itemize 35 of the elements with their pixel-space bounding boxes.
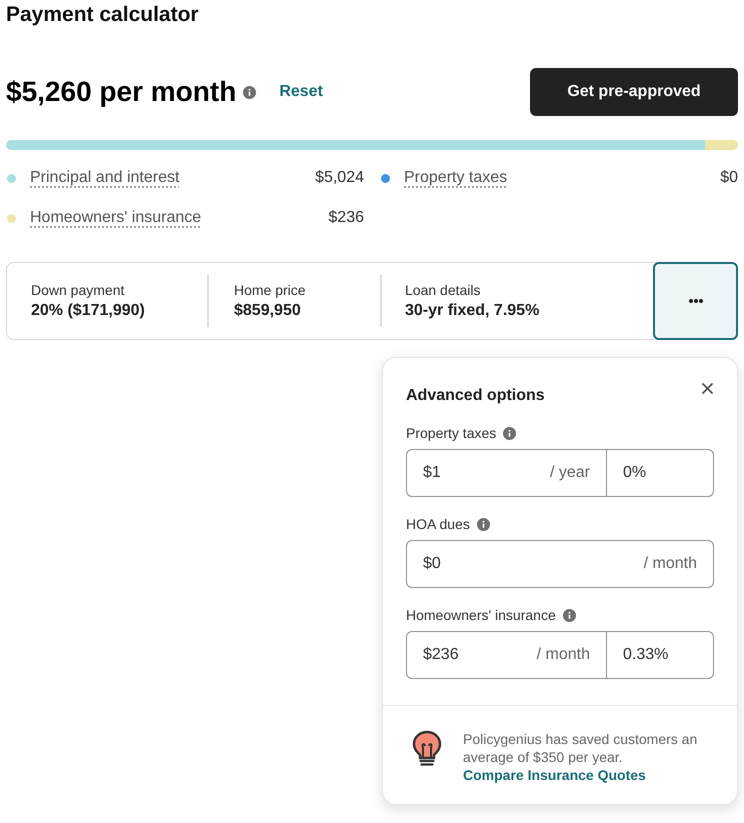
monthly-payment: $5,260 per month bbox=[6, 75, 236, 109]
reset-link[interactable]: Reset bbox=[279, 80, 323, 104]
legend-label[interactable]: Homeowners' insurance bbox=[30, 206, 202, 230]
summary-label: Loan details bbox=[405, 281, 482, 300]
legend-label[interactable]: Principal and interest bbox=[30, 166, 180, 190]
close-icon bbox=[702, 382, 712, 394]
get-pre-approved-button[interactable]: Get pre-approved bbox=[530, 68, 738, 116]
amount-field[interactable]: $1 / year bbox=[406, 449, 607, 497]
compare-quotes-link[interactable]: Compare Insurance Quotes bbox=[463, 767, 646, 783]
more-icon bbox=[688, 299, 702, 303]
promo-text: Policygenius has saved customers an average of $350 per year. Compare Insurance Quotes bbox=[463, 730, 698, 784]
info-icon[interactable] bbox=[243, 86, 256, 98]
info-icon[interactable] bbox=[476, 518, 490, 530]
legend-amount: $5,024 bbox=[315, 168, 364, 188]
summary-value: $859,950 bbox=[234, 301, 302, 321]
summary-label: Home price bbox=[234, 281, 306, 300]
amount-field[interactable]: $236 / month bbox=[406, 631, 607, 679]
legend-label[interactable]: Property taxes bbox=[404, 166, 508, 190]
field-label: Property taxes bbox=[406, 424, 496, 443]
amount-field[interactable]: $0 / month bbox=[406, 540, 714, 588]
popover-title: Advanced options bbox=[406, 386, 545, 406]
more-options-button[interactable] bbox=[653, 262, 738, 340]
page-title: Payment calculator bbox=[6, 2, 200, 28]
lightbulb-icon bbox=[412, 730, 442, 768]
info-icon[interactable] bbox=[503, 426, 516, 440]
legend-amount: $0 bbox=[720, 168, 738, 188]
percent-field[interactable]: 0% bbox=[607, 449, 714, 497]
percent-field[interactable]: 0.33% bbox=[607, 631, 714, 679]
field-label: Homeowners' insurance bbox=[406, 606, 556, 624]
field-label: HOA dues bbox=[406, 514, 470, 534]
legend-amount: $236 bbox=[328, 208, 364, 228]
summary-label: Down payment bbox=[31, 281, 126, 300]
summary-value: 30-yr fixed, 7.95% bbox=[405, 301, 540, 321]
info-icon[interactable] bbox=[562, 608, 576, 622]
summary-value: 20% ($171,990) bbox=[31, 301, 145, 321]
